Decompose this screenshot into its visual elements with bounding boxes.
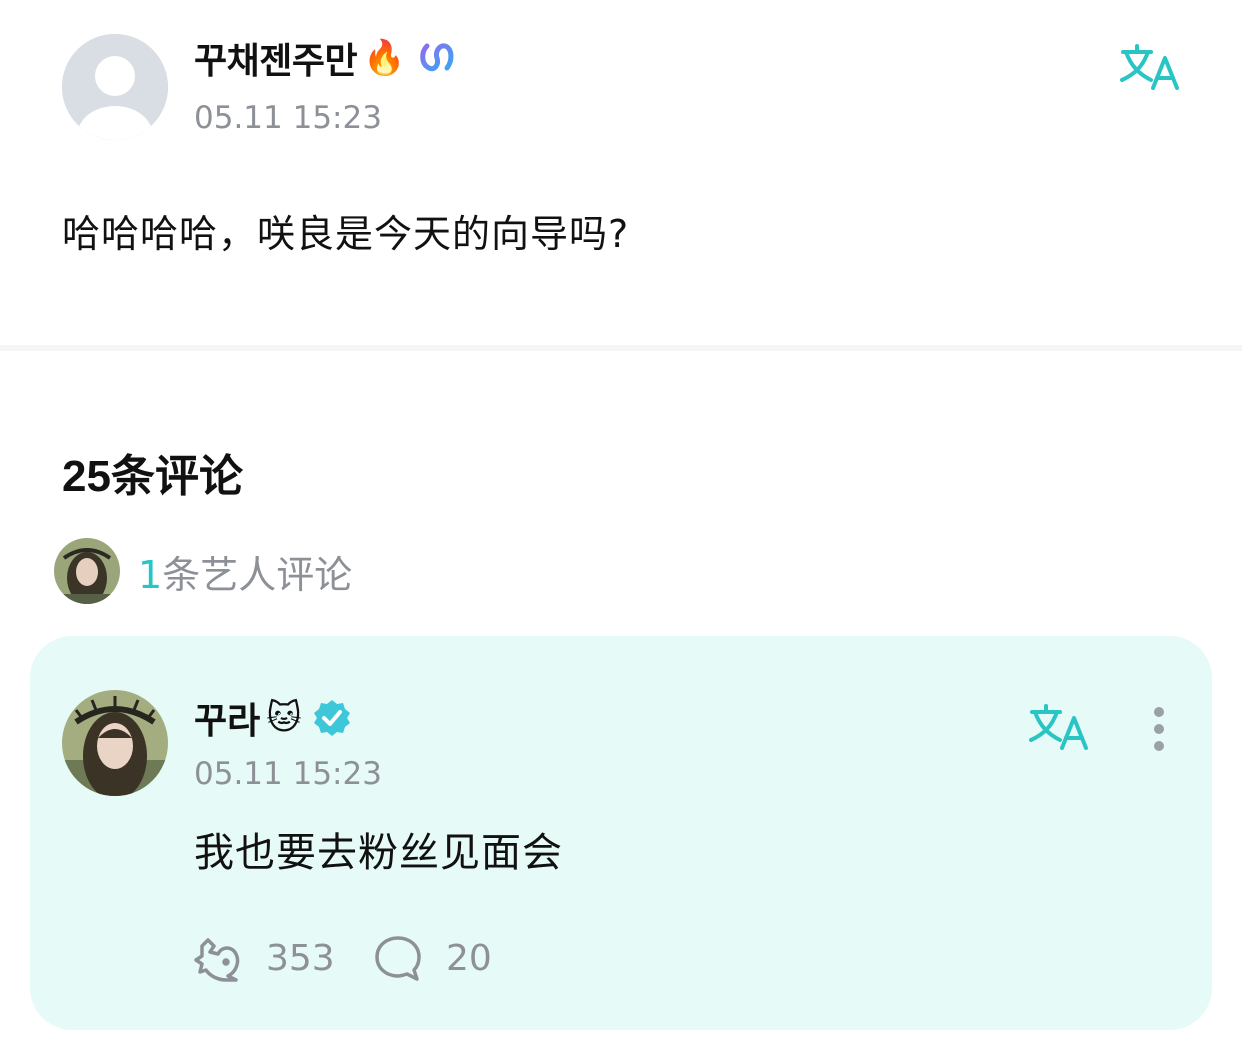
comment-text: 我也要去粉丝见面会 [194,830,563,876]
comment-timestamp: 05.11 15:23 [194,756,382,792]
comments-count-heading: 25条评论 [62,440,243,504]
artist-comments-summary-text: 1条艺人评论 [138,544,352,599]
section-divider [0,345,1242,351]
comment-author-name[interactable]: 꾸라 [194,692,260,744]
reply-icon [375,936,421,981]
artist-mini-avatar [54,538,120,604]
post-timestamp: 05.11 15:23 [194,100,382,136]
like-count: 353 [266,937,335,979]
weverse-badge-icon [420,43,454,72]
comment-translate-icon[interactable] [1026,702,1092,754]
comment-author-avatar[interactable] [62,690,168,796]
comments-count-label: 条评论 [110,451,243,502]
artist-comments-count: 1 [138,552,163,597]
artist-comments-label: 条艺人评论 [162,552,353,597]
artist-comments-summary[interactable]: 1条艺人评论 [54,538,352,604]
post-author-name[interactable]: 꾸채젠주만 [194,32,358,84]
author-avatar[interactable] [62,34,168,140]
fire-emoji: 🔥 [363,38,406,78]
reply-count: 20 [446,937,492,979]
comment-author-row: 꾸라 🐱 [194,690,352,746]
post-content: 哈哈哈哈，咲良是今天的向导吗? [62,212,630,256]
verified-badge-icon [313,700,350,736]
reply-button[interactable]: 20 [372,932,492,984]
default-avatar-icon [62,34,168,140]
cat-emoji: 🐱 [266,698,302,738]
post-author-row: 꾸채젠주만 🔥 [194,30,457,86]
like-button[interactable]: 353 [192,932,335,984]
translate-icon[interactable] [1117,42,1183,94]
more-options-icon[interactable] [1140,704,1178,754]
like-icon [194,938,240,982]
comments-count-number: 25 [62,452,111,501]
